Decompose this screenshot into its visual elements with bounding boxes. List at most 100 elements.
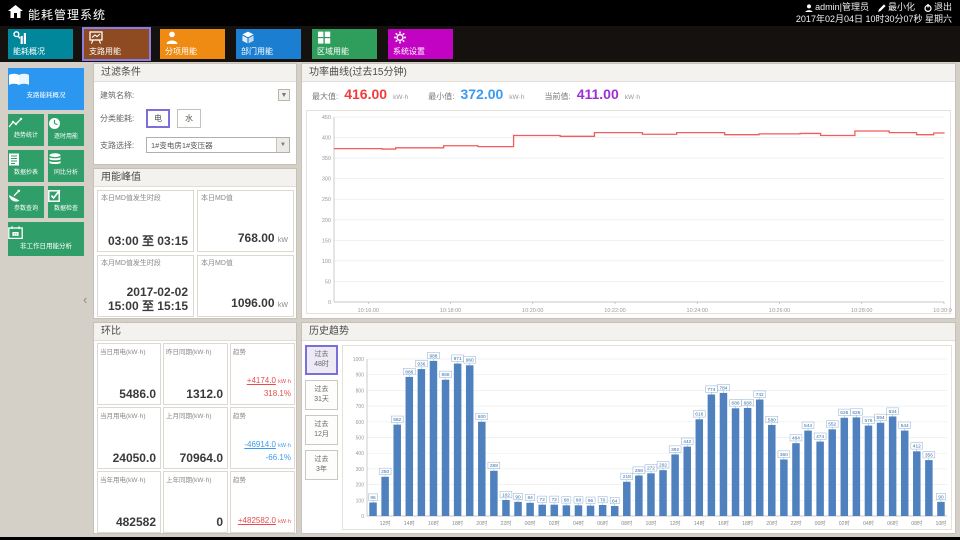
cell-label: 本月MD值 bbox=[201, 258, 233, 268]
building-name-dropdown[interactable]: ▼ bbox=[278, 89, 290, 101]
branch-select-label: 支路选择: bbox=[100, 140, 146, 151]
svg-text:616: 616 bbox=[695, 412, 703, 418]
svg-text:68: 68 bbox=[564, 498, 570, 504]
svg-text:12时: 12时 bbox=[380, 519, 391, 527]
svg-text:10时: 10时 bbox=[935, 519, 946, 527]
category-label: 分类能耗: bbox=[100, 113, 146, 124]
cell-label: 本月MD值发生时段 bbox=[101, 258, 161, 268]
ring-compare-title: 环比 bbox=[94, 323, 296, 341]
cell-value: 1312.0 bbox=[186, 387, 223, 401]
svg-text:784: 784 bbox=[719, 385, 727, 391]
cell-value: 2017-02-0215:00 至 15:15 bbox=[108, 285, 188, 313]
month-usage-cell: 当月用电(kW·h) 24050.0 bbox=[97, 407, 161, 469]
svg-text:412: 412 bbox=[913, 444, 921, 450]
svg-text:250: 250 bbox=[322, 197, 331, 203]
person-icon bbox=[165, 31, 179, 44]
minimize-button[interactable]: 最小化 bbox=[878, 2, 915, 13]
range-past-31d-button[interactable]: 过去31天 bbox=[305, 380, 338, 410]
svg-text:450: 450 bbox=[322, 115, 331, 121]
svg-text:04时: 04时 bbox=[573, 519, 584, 527]
svg-text:1000: 1000 bbox=[353, 357, 364, 363]
nav-tab-area-energy[interactable]: 区域用能 bbox=[312, 29, 377, 59]
user-menu[interactable]: admin|管理员 bbox=[805, 2, 869, 13]
ring-compare-panel: 环比 当日用电(kW·h) 5486.0 昨日同期(kW·h) 1312.0 趋… bbox=[93, 322, 297, 534]
svg-text:218: 218 bbox=[623, 474, 631, 480]
svg-text:626: 626 bbox=[840, 410, 848, 416]
sidebar-item-yoy-analysis[interactable]: 同比分析 bbox=[48, 150, 84, 182]
svg-text:936: 936 bbox=[417, 361, 425, 367]
sidebar-item-branch-overview[interactable]: 支路能耗概况 bbox=[8, 68, 84, 110]
current-value: 411.00 bbox=[577, 86, 619, 102]
cell-label: 趋势 bbox=[233, 410, 246, 420]
nav-tab-energy-overview[interactable]: 能耗概况 bbox=[8, 29, 73, 59]
nav-tab-department-energy[interactable]: 部门用能 bbox=[236, 29, 301, 59]
category-water-button[interactable]: 水 bbox=[177, 109, 201, 128]
sidebar-item-parameter-query[interactable]: 参数查询 bbox=[8, 186, 44, 218]
sidebar: 支路能耗概况 趋势统计 逐时用能 数据抄表 同比分析 参数查询 bbox=[8, 68, 84, 256]
svg-text:70: 70 bbox=[600, 497, 606, 503]
power-curve-panel: 功率曲线(过去15分钟) 最大值: 416.00 kW·h 最小值: 372.0… bbox=[301, 63, 956, 319]
nav-tab-system-settings[interactable]: 系统设置 bbox=[388, 29, 453, 59]
svg-text:90: 90 bbox=[938, 494, 944, 500]
svg-text:200: 200 bbox=[322, 218, 331, 224]
svg-text:700: 700 bbox=[356, 404, 365, 410]
svg-text:0: 0 bbox=[361, 514, 364, 520]
range-past-3y-button[interactable]: 过去3年 bbox=[305, 450, 338, 480]
sidebar-item-label: 逐时用能 bbox=[48, 131, 84, 140]
svg-text:250: 250 bbox=[381, 469, 389, 475]
today-md-period-cell: 本日MD值发生时段 03:00 至 03:15 bbox=[97, 190, 194, 252]
svg-text:868: 868 bbox=[442, 372, 450, 378]
svg-text:86: 86 bbox=[370, 495, 376, 501]
svg-text:258: 258 bbox=[635, 468, 643, 474]
svg-text:100: 100 bbox=[356, 498, 365, 504]
max-unit: kW·h bbox=[393, 94, 408, 101]
category-electric-button[interactable]: 电 bbox=[146, 109, 170, 128]
svg-text:14时: 14时 bbox=[694, 519, 705, 527]
main-nav: 能耗概况 支路用能 分项用能 部门用能 区域用能 系统设置 bbox=[0, 26, 960, 62]
range-past-48h-button[interactable]: 过去48时 bbox=[305, 345, 338, 375]
svg-text:22时: 22时 bbox=[500, 519, 511, 527]
gear-icon bbox=[393, 31, 407, 44]
svg-text:580: 580 bbox=[768, 417, 776, 423]
svg-text:288: 288 bbox=[490, 463, 498, 469]
svg-text:16时: 16时 bbox=[718, 519, 729, 527]
svg-text:20时: 20时 bbox=[476, 519, 487, 527]
sidebar-collapse-chevron[interactable]: ‹ bbox=[83, 292, 87, 307]
trend-value: +4174.0 kW·h318.1% bbox=[247, 375, 291, 400]
sidebar-item-data-meter-reading[interactable]: 数据抄表 bbox=[8, 150, 44, 182]
svg-text:10:30:00: 10:30:00 bbox=[933, 308, 952, 314]
svg-text:102: 102 bbox=[502, 492, 510, 498]
sidebar-item-label: 非工作日用能分析 bbox=[8, 240, 84, 250]
min-unit: kW·h bbox=[509, 94, 524, 101]
svg-text:10:18:00: 10:18:00 bbox=[440, 308, 461, 314]
sidebar-item-trend-statistics[interactable]: 趋势统计 bbox=[8, 114, 44, 146]
svg-text:10:24:00: 10:24:00 bbox=[687, 308, 708, 314]
database-icon bbox=[48, 153, 62, 166]
svg-text:200: 200 bbox=[356, 483, 365, 489]
filter-panel-title: 过滤条件 bbox=[94, 64, 296, 82]
branch-select[interactable]: 1#变电房1#变压器 ▼ bbox=[146, 137, 290, 153]
cell-label: 当年用电(kW·h) bbox=[100, 474, 146, 484]
logout-button[interactable]: 退出 bbox=[924, 2, 952, 13]
svg-text:360: 360 bbox=[780, 452, 788, 458]
cell-label: 趋势 bbox=[233, 474, 246, 484]
sidebar-item-hourly-energy[interactable]: 逐时用能 bbox=[48, 114, 84, 146]
open-book-icon bbox=[8, 73, 30, 87]
cube-icon bbox=[241, 31, 255, 44]
month-md-period-cell: 本月MD值发生时段 2017-02-0215:00 至 15:15 bbox=[97, 255, 194, 317]
svg-text:10:28:00: 10:28:00 bbox=[851, 308, 872, 314]
titlebar: 能耗管理系统 admin|管理员 最小化 退出 2017年02月04日 10时3… bbox=[0, 0, 960, 26]
range-past-12m-button[interactable]: 过去12月 bbox=[305, 415, 338, 445]
sidebar-item-nonworkday-analysis[interactable]: 12 非工作日用能分析 bbox=[8, 222, 84, 256]
nav-tab-branch-energy[interactable]: 支路用能 bbox=[84, 29, 149, 59]
sidebar-grid: 趋势统计 逐时用能 数据抄表 同比分析 参数查询 数据检查 bbox=[8, 114, 84, 218]
svg-text:08时: 08时 bbox=[911, 519, 922, 527]
svg-text:464: 464 bbox=[792, 436, 800, 442]
svg-text:742: 742 bbox=[756, 392, 764, 398]
svg-text:22时: 22时 bbox=[790, 519, 801, 527]
min-label: 最小值: bbox=[428, 91, 454, 102]
sidebar-item-data-check[interactable]: 数据检查 bbox=[48, 186, 84, 218]
today-usage-cell: 当日用电(kW·h) 5486.0 bbox=[97, 343, 161, 405]
svg-text:10:22:00: 10:22:00 bbox=[604, 308, 625, 314]
nav-tab-category-energy[interactable]: 分项用能 bbox=[160, 29, 225, 59]
